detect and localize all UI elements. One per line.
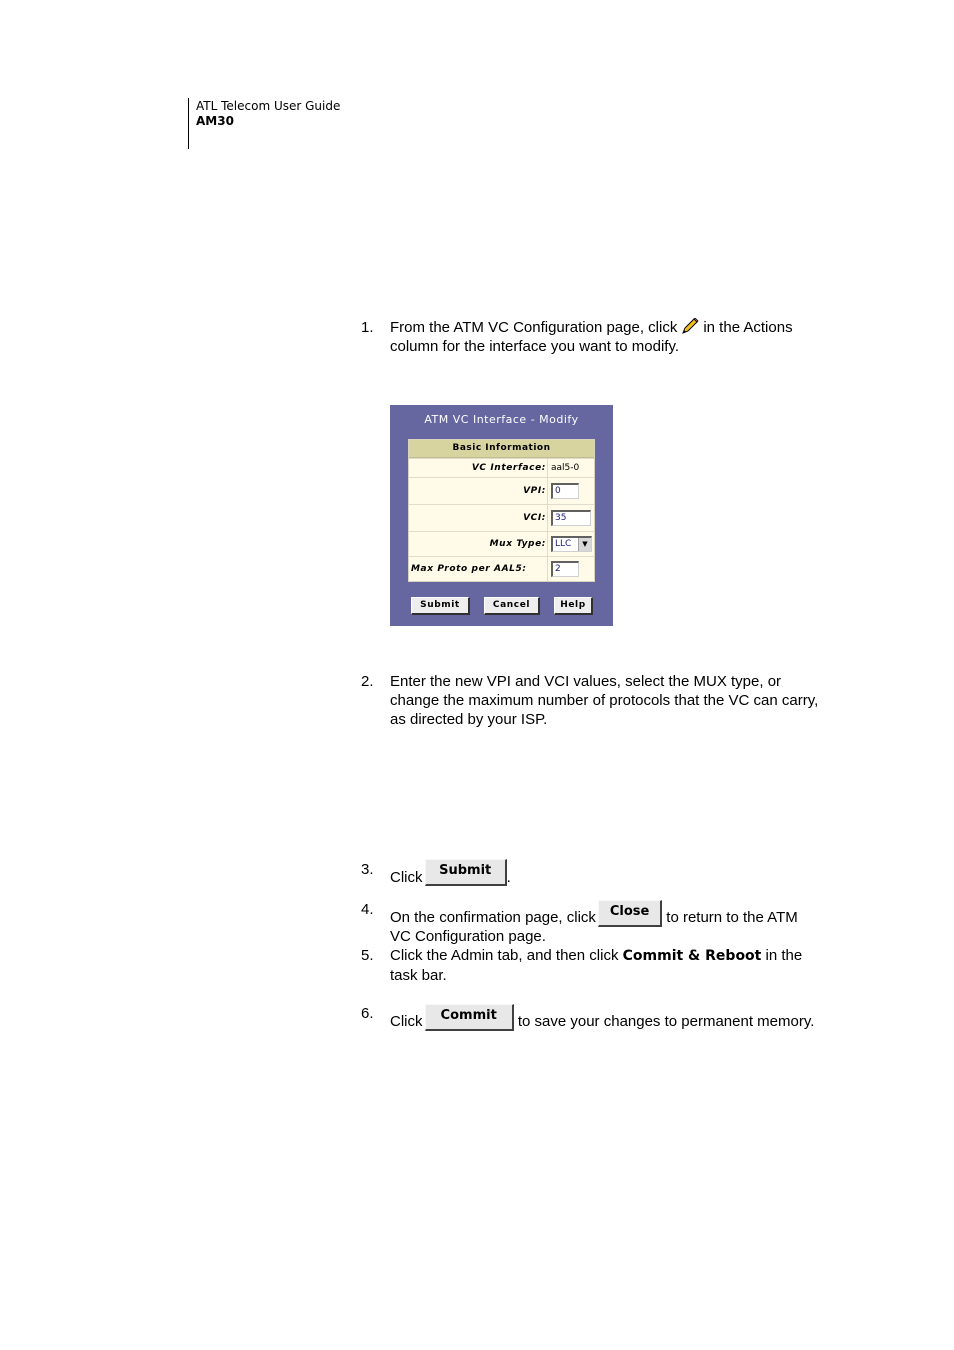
step-text: Click: [390, 869, 423, 886]
max-proto-input[interactable]: 2: [551, 561, 579, 577]
atm-vc-modify-dialog: ATM VC Interface - Modify Basic Informat…: [390, 405, 613, 626]
row-vc-interface: VC Interface: aal5-0: [409, 458, 594, 477]
header-rule: [188, 98, 189, 149]
field-label: VC Interface:: [471, 463, 546, 473]
vpi-input[interactable]: 0: [551, 483, 579, 499]
section-header: Basic Information: [409, 440, 594, 458]
dialog-cancel-button[interactable]: Cancel: [484, 597, 540, 615]
step-text: to save your changes to permanent memory…: [517, 1013, 815, 1030]
field-label: VCI:: [523, 513, 546, 523]
model-name: AM30: [196, 114, 234, 128]
pencil-edit-icon: [681, 317, 699, 334]
vci-input[interactable]: 35: [551, 510, 591, 526]
dialog-help-button[interactable]: Help: [554, 597, 593, 615]
step-number: 3.: [361, 861, 374, 878]
step-text: Enter the new VPI and VCI values, select…: [390, 673, 819, 728]
step-text: Click: [390, 1013, 423, 1030]
row-mux-type: Mux Type: LLC ▼: [409, 531, 594, 556]
commit-button[interactable]: Commit: [424, 1004, 514, 1031]
step-number: 4.: [361, 901, 374, 918]
commit-reboot-label: Commit & Reboot: [622, 948, 762, 964]
row-max-proto: Max Proto per AAL5: 2: [409, 556, 594, 581]
submit-button[interactable]: Submit: [424, 859, 507, 886]
chevron-down-icon[interactable]: ▼: [578, 538, 591, 551]
step-number: 1.: [361, 319, 374, 336]
dialog-title: ATM VC Interface - Modify: [424, 413, 579, 426]
close-button[interactable]: Close: [598, 900, 663, 927]
guide-title: ATL Telecom User Guide: [196, 99, 341, 113]
dialog-submit-button[interactable]: Submit: [411, 597, 470, 615]
vc-interface-value: aal5-0: [551, 463, 580, 473]
step-number: 2.: [361, 673, 374, 690]
mux-type-select[interactable]: LLC ▼: [551, 536, 592, 552]
step-number: 6.: [361, 1005, 374, 1022]
row-vpi: VPI: 0: [409, 477, 594, 504]
row-vci: VCI: 35: [409, 504, 594, 531]
field-label: Mux Type:: [489, 539, 546, 549]
basic-info-table: Basic Information VC Interface: aal5-0 V…: [408, 439, 595, 582]
field-label: VPI:: [523, 486, 546, 496]
step-number: 5.: [361, 947, 374, 964]
step-text: Click the Admin tab, and then click: [390, 947, 619, 964]
step-text: From the ATM VC Configuration page, clic…: [390, 319, 678, 336]
field-label: Max Proto per AAL5:: [411, 564, 527, 574]
step-text: On the confirmation page, click: [390, 909, 596, 926]
